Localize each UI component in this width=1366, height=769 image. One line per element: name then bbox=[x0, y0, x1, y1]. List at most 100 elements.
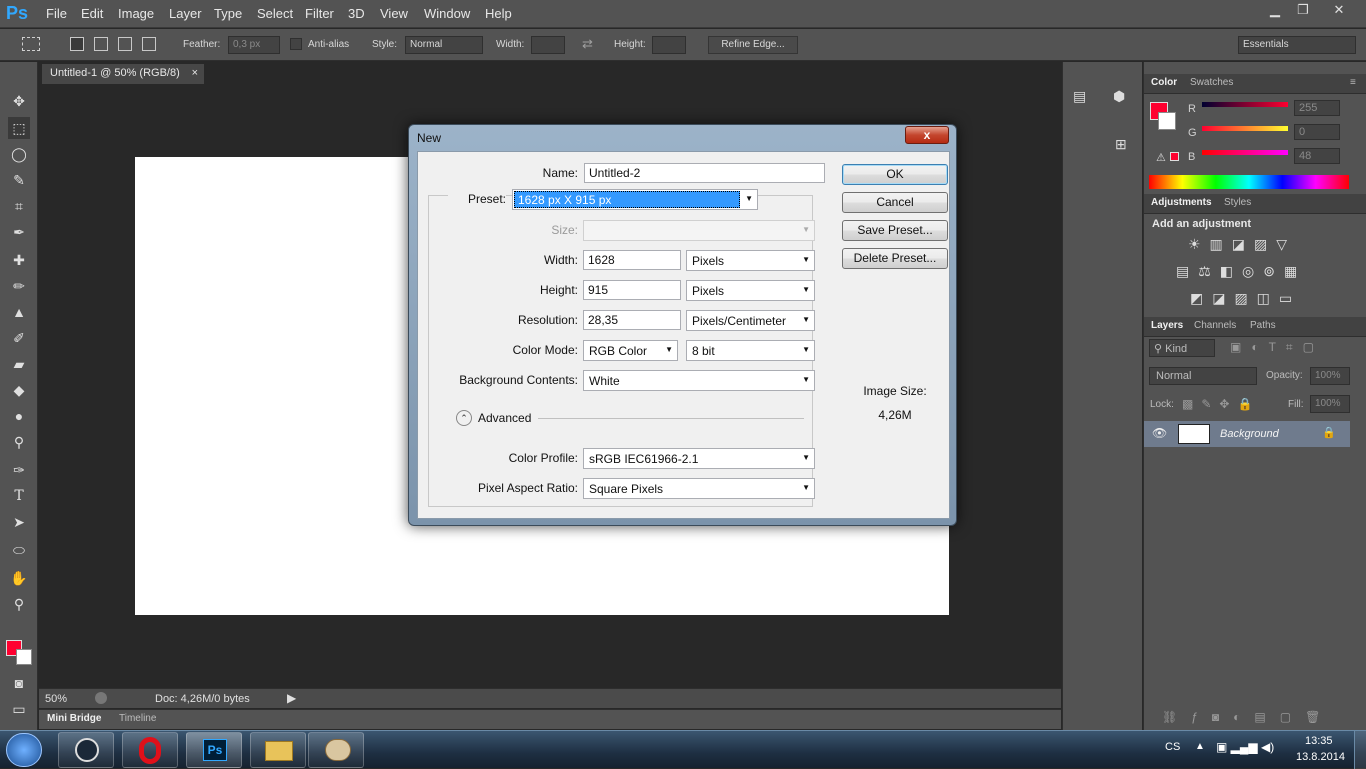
adjustment-icons-row3[interactable]: ◩◪▨◫▭ bbox=[1190, 290, 1301, 307]
tab-adjustments[interactable]: Adjustments bbox=[1151, 197, 1212, 208]
menu-edit[interactable]: Edit bbox=[81, 6, 103, 21]
marquee-tool-icon[interactable] bbox=[22, 37, 40, 51]
taskbar-opera[interactable] bbox=[122, 732, 178, 768]
preset-select[interactable]: 1628 px X 915 px ▼ bbox=[512, 189, 758, 210]
brush-tool-icon[interactable]: ✏ bbox=[8, 275, 30, 297]
zoom-level[interactable]: 50% bbox=[45, 693, 67, 705]
workspace-select[interactable]: Essentials bbox=[1238, 36, 1356, 54]
show-desktop-button[interactable] bbox=[1354, 731, 1366, 769]
document-tab[interactable]: Untitled-1 @ 50% (RGB/8) × bbox=[42, 64, 204, 84]
antialias-checkbox[interactable] bbox=[290, 38, 302, 50]
cancel-button[interactable]: Cancel bbox=[842, 192, 948, 213]
background-select[interactable]: White ▼ bbox=[583, 370, 815, 391]
tab-layers[interactable]: Layers bbox=[1151, 320, 1183, 331]
adjustment-icons-row2[interactable]: ▤⚖◧◎⊚▦ bbox=[1176, 263, 1306, 280]
healing-brush-icon[interactable]: ✚ bbox=[8, 249, 30, 271]
menu-layer[interactable]: Layer bbox=[169, 6, 202, 21]
path-select-icon[interactable]: ➤ bbox=[8, 511, 30, 533]
name-input[interactable]: Untitled-2 bbox=[584, 163, 825, 183]
new-selection-icon[interactable] bbox=[70, 37, 84, 51]
height-input[interactable] bbox=[652, 36, 686, 54]
feather-input[interactable]: 0,3 px bbox=[228, 36, 280, 54]
3d-panel-icon[interactable]: ⬢ bbox=[1113, 88, 1125, 105]
tray-icons[interactable]: ▣ ▂▄▆ ◀) bbox=[1216, 740, 1274, 754]
opacity-input[interactable]: 100% bbox=[1310, 367, 1350, 385]
history-panel-icon[interactable]: ▤ bbox=[1073, 88, 1086, 105]
ellipse-tool-icon[interactable]: ⬭ bbox=[8, 539, 30, 561]
bit-depth-select[interactable]: 8 bit ▼ bbox=[686, 340, 815, 361]
height-unit-select[interactable]: Pixels ▼ bbox=[686, 280, 815, 301]
layer-row[interactable]: 👁 Background 🔒 bbox=[1144, 421, 1350, 447]
status-menu-icon[interactable] bbox=[95, 692, 107, 704]
height-input[interactable]: 915 bbox=[583, 280, 681, 300]
quick-select-tool-icon[interactable]: ✎ bbox=[8, 169, 30, 191]
menu-select[interactable]: Select bbox=[257, 6, 293, 21]
pen-tool-icon[interactable]: ✑ bbox=[8, 459, 30, 481]
refine-edge-button[interactable]: Refine Edge... bbox=[708, 36, 798, 54]
save-preset-button[interactable]: Save Preset... bbox=[842, 220, 948, 241]
tab-swatches[interactable]: Swatches bbox=[1190, 77, 1233, 88]
swap-icon[interactable]: ⇄ bbox=[582, 36, 593, 52]
lock-icons[interactable]: ▩✎✥🔒 bbox=[1182, 397, 1260, 411]
clock-time[interactable]: 13:35 bbox=[1305, 735, 1333, 747]
close-tab-icon[interactable]: × bbox=[192, 67, 198, 79]
style-select[interactable]: Normal bbox=[405, 36, 483, 54]
lasso-tool-icon[interactable]: ◯ bbox=[8, 143, 30, 165]
start-button[interactable] bbox=[6, 733, 42, 767]
menu-help[interactable]: Help bbox=[485, 6, 512, 21]
menu-3d[interactable]: 3D bbox=[348, 6, 365, 21]
tab-channels[interactable]: Channels bbox=[1194, 320, 1236, 331]
panel-menu-icon[interactable]: ≡ bbox=[1350, 77, 1356, 88]
stamp-tool-icon[interactable]: ▲ bbox=[8, 301, 30, 323]
tray-expand-icon[interactable]: ▲ bbox=[1195, 741, 1205, 752]
g-slider[interactable] bbox=[1202, 126, 1288, 131]
pixel-aspect-select[interactable]: Square Pixels ▼ bbox=[583, 478, 815, 499]
minimize-icon[interactable]: ▁ bbox=[1260, 2, 1290, 20]
menu-type[interactable]: Type bbox=[214, 6, 242, 21]
taskbar-steam[interactable] bbox=[58, 732, 114, 768]
dodge-tool-icon[interactable]: ⚲ bbox=[8, 431, 30, 453]
resolution-unit-select[interactable]: Pixels/Centimeter ▼ bbox=[686, 310, 815, 331]
tab-styles[interactable]: Styles bbox=[1224, 197, 1251, 208]
zoom-tool-icon[interactable]: ⚲ bbox=[8, 593, 30, 615]
taskbar-explorer[interactable] bbox=[250, 732, 306, 768]
eyedropper-tool-icon[interactable]: ✒ bbox=[8, 221, 30, 243]
eraser-tool-icon[interactable]: ▰ bbox=[8, 353, 30, 375]
history-brush-icon[interactable]: ✐ bbox=[8, 327, 30, 349]
menu-file[interactable]: File bbox=[46, 6, 67, 21]
width-input[interactable] bbox=[531, 36, 565, 54]
intersect-selection-icon[interactable] bbox=[142, 37, 156, 51]
layer-footer-icons[interactable]: ⛓ƒ◙◐▤▢🗑 bbox=[1162, 710, 1334, 724]
tab-timeline[interactable]: Timeline bbox=[119, 713, 156, 724]
hand-tool-icon[interactable]: ✋ bbox=[8, 567, 30, 589]
add-selection-icon[interactable] bbox=[94, 37, 108, 51]
r-slider[interactable] bbox=[1202, 102, 1288, 107]
menu-filter[interactable]: Filter bbox=[305, 6, 334, 21]
taskbar-photoshop[interactable]: Ps bbox=[186, 732, 242, 768]
background-color-swatch[interactable] bbox=[16, 649, 32, 665]
bg-color-swatch[interactable] bbox=[1158, 112, 1176, 130]
visibility-eye-icon[interactable]: 👁 bbox=[1152, 426, 1167, 440]
b-input[interactable]: 48 bbox=[1294, 148, 1340, 164]
dialog-close-button[interactable]: x bbox=[905, 126, 949, 144]
g-input[interactable]: 0 bbox=[1294, 124, 1340, 140]
color-profile-select[interactable]: sRGB IEC61966-2.1 ▼ bbox=[583, 448, 815, 469]
clock-date[interactable]: 13.8.2014 bbox=[1296, 751, 1345, 763]
tab-color[interactable]: Color bbox=[1151, 77, 1177, 88]
resolution-input[interactable]: 28,35 bbox=[583, 310, 681, 330]
properties-panel-icon[interactable]: ⊞ bbox=[1115, 136, 1127, 153]
fill-input[interactable]: 100% bbox=[1310, 395, 1350, 413]
color-ramp[interactable] bbox=[1149, 175, 1349, 189]
restore-icon[interactable]: ❐ bbox=[1288, 2, 1318, 20]
status-arrow-icon[interactable]: ▶ bbox=[287, 691, 296, 705]
type-tool-icon[interactable]: T bbox=[8, 485, 30, 507]
tab-mini-bridge[interactable]: Mini Bridge bbox=[47, 713, 101, 724]
adjustment-icons-row1[interactable]: ☀▥◪▨▽ bbox=[1188, 236, 1296, 253]
tab-paths[interactable]: Paths bbox=[1250, 320, 1276, 331]
close-icon[interactable]: ✕ bbox=[1324, 2, 1354, 20]
gamut-swatch[interactable] bbox=[1170, 152, 1179, 161]
paint-bucket-icon[interactable]: ◆ bbox=[8, 379, 30, 401]
screen-mode-icon[interactable]: ▭ bbox=[8, 698, 30, 720]
width-unit-select[interactable]: Pixels ▼ bbox=[686, 250, 815, 271]
layer-filter-icons[interactable]: ▣◐T⌗▢ bbox=[1230, 340, 1324, 355]
